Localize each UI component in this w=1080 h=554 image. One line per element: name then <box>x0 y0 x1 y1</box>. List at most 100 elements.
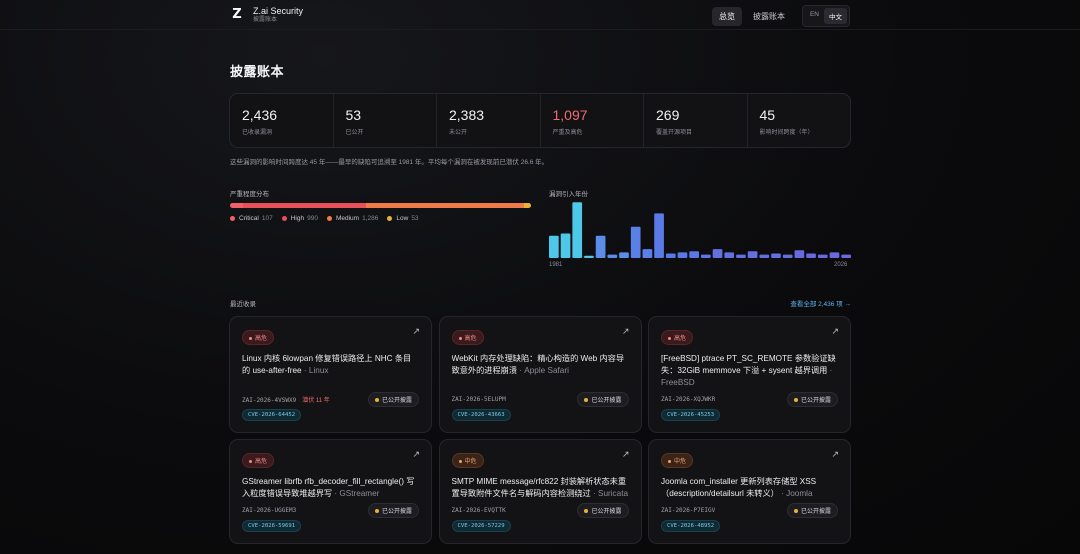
status-text: 已公开披露 <box>800 509 831 515</box>
severity-dot <box>458 336 462 340</box>
legend-item-medium: Medium 1,286 <box>326 215 379 222</box>
lang-zh-button[interactable]: 中文 <box>824 8 847 24</box>
year-bar[interactable] <box>817 254 828 258</box>
stat-label: 已公开 <box>345 130 364 136</box>
card-meta: ZAI-2026-P7EIGV 已公开披露 <box>661 503 838 518</box>
card-vendor: · Apple Safari <box>517 366 569 375</box>
page-title: 披露账本 <box>230 64 285 79</box>
year-bar[interactable] <box>642 249 653 258</box>
external-link-icon[interactable]: ↗ <box>622 326 630 337</box>
external-link-icon[interactable]: ↗ <box>622 449 630 460</box>
stat-public: 53 已公开 <box>334 94 437 147</box>
legend-count: 53 <box>411 215 419 222</box>
year-bar[interactable] <box>736 254 746 258</box>
year-bar[interactable] <box>794 250 805 258</box>
cve-tag[interactable]: CVE-2026-43663 <box>451 409 511 421</box>
external-link-icon[interactable]: ↗ <box>412 449 420 460</box>
year-bar[interactable] <box>771 253 781 258</box>
severity-text: 高危 <box>255 336 268 342</box>
status-badge: 已公开披露 <box>577 503 629 518</box>
status-dot <box>374 398 379 403</box>
severity-badge: 高危 <box>242 330 275 345</box>
external-link-icon[interactable]: ↗ <box>831 449 839 460</box>
card-id: ZAI-2026-UGGEM3 <box>242 507 297 514</box>
card-title[interactable]: Linux 内核 6lowpan 修复错误路径上 NHC 条目的 use-aft… <box>242 353 419 389</box>
legend-count: 1,286 <box>362 215 379 222</box>
brand-subtitle: 披露账本 <box>253 17 278 23</box>
year-bar[interactable] <box>654 213 664 258</box>
brand-name: Z.ai Security <box>253 6 304 16</box>
status-dot <box>584 509 589 514</box>
year-bar[interactable] <box>584 255 594 258</box>
stat-label: 未公开 <box>449 130 468 136</box>
cve-tag[interactable]: CVE-2026-59691 <box>242 520 302 532</box>
lurk-duration: 潜伏 11 年 <box>302 398 330 404</box>
nav-overview[interactable]: 总览 <box>711 6 742 26</box>
stat-value: 45 <box>759 107 776 123</box>
year-bar[interactable] <box>712 249 723 258</box>
cve-tag[interactable]: CVE-2026-45253 <box>661 409 721 421</box>
stat-value: 1,097 <box>552 107 588 123</box>
year-bar[interactable] <box>665 253 676 258</box>
external-link-icon[interactable]: ↗ <box>831 326 839 337</box>
brand[interactable]: Z Z.ai Security 披露账本 <box>230 6 303 24</box>
legend-dot <box>387 216 393 221</box>
year-bar[interactable] <box>595 235 606 258</box>
card-id: ZAI-2026-5ELUPM <box>451 396 506 403</box>
cve-tag[interactable]: CVE-2026-64452 <box>242 409 302 421</box>
external-link-icon[interactable]: ↗ <box>412 326 420 337</box>
status-dot <box>793 509 798 514</box>
vuln-card[interactable]: 中危 ↗ Joomla com_installer 更新列表存储型 XSS（desc… <box>648 439 851 544</box>
legend-item-low: Low 53 <box>387 215 419 222</box>
year-bar[interactable] <box>724 252 735 258</box>
cve-tag[interactable]: CVE-2026-48952 <box>661 520 721 532</box>
severity-segment-medium <box>365 203 525 208</box>
year-bar[interactable] <box>782 254 793 258</box>
severity-dot <box>668 459 671 463</box>
vuln-card[interactable]: 高危 ↗ Linux 内核 6lowpan 修复错误路径上 NHC 条目的 use-… <box>229 316 432 433</box>
severity-segment-high <box>243 203 366 208</box>
year-bar[interactable] <box>689 251 699 258</box>
year-bar[interactable] <box>607 254 618 258</box>
card-vendor: · Suricata <box>590 489 629 498</box>
stat-label: 覆盖开源项目 <box>656 130 693 136</box>
year-bar[interactable] <box>841 254 851 258</box>
nav-ledger[interactable]: 披露账本 <box>746 7 792 26</box>
stat-unpublished: 2,383 未公开 <box>437 94 541 147</box>
vuln-card[interactable]: 中危 ↗ SMTP MIME message/rfc822 封装解析状态未重置导致附… <box>438 439 642 544</box>
year-bar[interactable] <box>619 252 629 258</box>
year-bar[interactable] <box>549 235 559 258</box>
year-bar[interactable] <box>829 252 840 258</box>
card-title[interactable]: [FreeBSD] ptrace PT_SC_REMOTE 参数验证缺失：32G… <box>661 353 838 389</box>
lang-en-button[interactable]: EN <box>805 8 824 24</box>
year-chart-title: 漏洞引入年份 <box>549 191 588 198</box>
severity-text: 高危 <box>464 336 477 342</box>
year-bar[interactable] <box>560 233 571 258</box>
view-all-link[interactable]: 查看全部 2,436 项 → <box>790 298 851 308</box>
card-title[interactable]: WebKit 内存处理缺陷：精心构造的 Web 内容导致意外的进程崩溃 · Ap… <box>452 353 629 389</box>
legend-item-high: High 990 <box>281 215 318 222</box>
year-bar[interactable] <box>677 252 688 258</box>
year-bar[interactable] <box>701 254 711 258</box>
stat-label: 影响时间跨度（年） <box>759 130 814 136</box>
card-id: ZAI-2026-4VSWX9 <box>242 397 297 404</box>
severity-text: 高危 <box>674 336 687 342</box>
severity-bar <box>230 203 531 208</box>
vuln-card[interactable]: 高危 ↗ GStreamer librfb rfb_decoder_fill_rec… <box>229 439 432 544</box>
severity-segment-critical <box>230 203 244 208</box>
cve-tag[interactable]: CVE-2026-57229 <box>451 520 511 532</box>
vuln-card[interactable]: 高危 ↗ WebKit 内存处理缺陷：精心构造的 Web 内容导致意外的进程崩溃 ·… <box>438 316 642 433</box>
year-axis-start: 1981 <box>549 262 563 268</box>
stat-critical-high: 1,097 严重及高危 <box>541 94 644 147</box>
vuln-card[interactable]: 高危 ↗ [FreeBSD] ptrace PT_SC_REMOTE 参数验证缺失：… <box>648 316 851 433</box>
year-bar[interactable] <box>759 254 770 258</box>
card-meta: ZAI-2026-4VSWX9 潜伏 11 年 已公开披露 <box>242 392 419 407</box>
year-axis-end: 2026 <box>834 262 848 268</box>
stats-panel: 2,436 已收录漏洞 53 已公开 2,383 未公开 1,097 严重及高危… <box>229 93 851 148</box>
year-bar[interactable] <box>806 253 816 258</box>
year-bar[interactable] <box>747 251 758 258</box>
card-vendor: · GStreamer <box>332 489 380 498</box>
card-vendor: · Joomla <box>778 489 813 498</box>
year-bar[interactable] <box>572 202 583 258</box>
year-bar[interactable] <box>630 226 641 258</box>
